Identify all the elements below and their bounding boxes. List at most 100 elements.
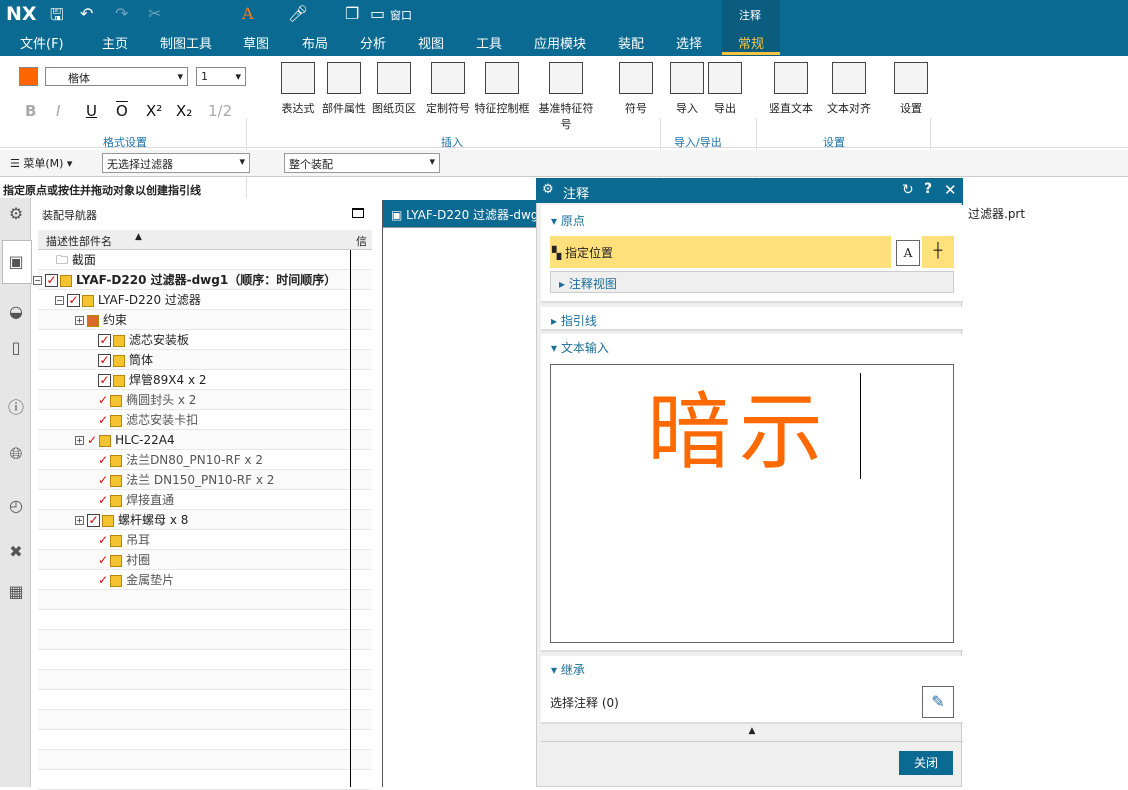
- text-color-swatch[interactable]: [19, 67, 38, 86]
- table-row[interactable]: ✓ 法兰DN80_PN10-RF x 2: [38, 450, 372, 470]
- size-dropdown[interactable]: 1 ▾: [196, 67, 246, 86]
- selection-filter[interactable]: 无选择过滤器: [102, 153, 250, 173]
- table-row[interactable]: − ✓ LYAF-D220 过滤器-dwg1（顺序：时间顺序）: [33, 270, 372, 290]
- table-row[interactable]: ✓ 金属垫片: [38, 570, 372, 590]
- menu-tab[interactable]: 文件(F): [20, 33, 64, 52]
- table-icon[interactable]: ▦: [6, 582, 26, 602]
- checkbox[interactable]: ✓: [98, 374, 111, 387]
- format-button[interactable]: U: [86, 102, 97, 120]
- constraint-navigator-icon[interactable]: ◒: [6, 302, 26, 322]
- ribbon-button[interactable]: 符号: [606, 62, 666, 116]
- annotation-view-section[interactable]: ▸ 注释视图: [550, 271, 954, 293]
- check-icon[interactable]: ✓: [98, 393, 108, 407]
- window-menu[interactable]: 窗口: [390, 7, 412, 23]
- scope-dropdown[interactable]: 整个装配: [284, 153, 440, 173]
- checkbox[interactable]: ✓: [45, 274, 58, 287]
- format-button[interactable]: I: [56, 102, 60, 120]
- gear-icon[interactable]: ⚙: [542, 182, 554, 197]
- part-tab[interactable]: 过滤器.prt: [968, 205, 1025, 222]
- maximize-icon[interactable]: [352, 208, 364, 218]
- check-icon[interactable]: ✓: [98, 453, 108, 467]
- menu-tab[interactable]: 装配: [618, 33, 644, 52]
- check-icon[interactable]: ✓: [98, 573, 108, 587]
- format-button[interactable]: B: [25, 102, 36, 120]
- web-browser-icon[interactable]: 🌐︎: [6, 444, 26, 464]
- drawing-tab[interactable]: ▣ LYAF-D220 过滤器-dwg: [391, 206, 538, 223]
- collapse-icon[interactable]: ▲: [541, 726, 963, 742]
- ribbon-button[interactable]: 特征控制框: [472, 62, 532, 116]
- gear-icon[interactable]: ⚙: [6, 204, 26, 224]
- part-navigator-icon[interactable]: ▯: [6, 338, 26, 358]
- check-icon[interactable]: ✓: [98, 493, 108, 507]
- checkbox[interactable]: ✓: [98, 334, 111, 347]
- table-row[interactable]: + ✓ HLC-22A4: [38, 430, 372, 450]
- window-icon[interactable]: ▭: [370, 4, 385, 23]
- history-icon[interactable]: ◴: [6, 496, 26, 516]
- save-icon[interactable]: 🖫: [50, 4, 64, 31]
- table-row[interactable]: − ✓ LYAF-D220 过滤器: [38, 290, 372, 310]
- table-row[interactable]: ✓ 筒体: [38, 350, 372, 370]
- origin-tool-icon[interactable]: A: [896, 240, 920, 266]
- menu-tab[interactable]: 选择: [676, 33, 702, 52]
- check-icon[interactable]: ✓: [98, 553, 108, 567]
- inherit-section[interactable]: ▾ 继承: [551, 661, 585, 678]
- ribbon-button[interactable]: 图纸页区: [364, 62, 424, 116]
- check-icon[interactable]: ✓: [87, 433, 97, 447]
- menu-tab[interactable]: 应用模块: [534, 33, 586, 52]
- format-button[interactable]: X₂: [176, 102, 192, 120]
- info-icon[interactable]: ⓘ: [6, 394, 26, 417]
- table-row[interactable]: ✓ 滤芯安装板: [38, 330, 372, 350]
- close-icon[interactable]: ✕: [944, 181, 957, 199]
- menu-tab[interactable]: 工具: [476, 33, 502, 52]
- menu-tab[interactable]: 草图: [243, 33, 269, 52]
- menu-tab[interactable]: 制图工具: [160, 33, 212, 52]
- column-header[interactable]: 描述性部件名 ▲ 信: [38, 230, 372, 250]
- menu-tab[interactable]: 常规: [738, 33, 764, 52]
- text-color-icon[interactable]: A: [242, 4, 254, 23]
- switch-window-icon[interactable]: ❐: [345, 4, 359, 23]
- ribbon-button[interactable]: 定制符号: [418, 62, 478, 116]
- format-button[interactable]: X²: [146, 102, 162, 120]
- checkbox[interactable]: ✓: [98, 354, 111, 367]
- menu-tab[interactable]: 分析: [360, 33, 386, 52]
- ribbon-button[interactable]: 设置: [880, 62, 942, 116]
- menu-tab[interactable]: 布局: [302, 33, 328, 52]
- format-button[interactable]: 1/2: [208, 102, 232, 120]
- ribbon-button[interactable]: 竖直文本: [760, 62, 822, 116]
- undo-icon[interactable]: ↶: [80, 4, 93, 23]
- ribbon-button[interactable]: 基准特征符号: [536, 62, 596, 132]
- table-row[interactable]: ✓ 衬圈: [38, 550, 372, 570]
- table-row[interactable]: ✓ 焊管89X4 x 2: [38, 370, 372, 390]
- menu-button[interactable]: ☰ 菜单(M) ▾: [10, 155, 72, 171]
- check-icon[interactable]: ✓: [98, 413, 108, 427]
- origin-section[interactable]: ▾ 原点: [551, 212, 585, 229]
- table-row[interactable]: ✓ 吊耳: [38, 530, 372, 550]
- font-dropdown[interactable]: 楷体 ▾: [45, 67, 188, 86]
- menu-tab[interactable]: 视图: [418, 33, 444, 52]
- check-icon[interactable]: ✓: [98, 533, 108, 547]
- text-input-section[interactable]: ▾ 文本输入: [551, 339, 609, 356]
- microphone-icon[interactable]: 🎤︎: [288, 4, 308, 23]
- checkbox[interactable]: ✓: [67, 294, 80, 307]
- leader-section[interactable]: ▸ 指引线: [551, 312, 597, 329]
- close-button[interactable]: 关闭: [899, 751, 953, 775]
- table-row[interactable]: 🗀 截面: [38, 250, 372, 270]
- ribbon-button[interactable]: 文本对齐: [818, 62, 880, 116]
- eyedropper-icon[interactable]: ✎: [922, 686, 954, 718]
- checkbox[interactable]: ✓: [87, 514, 100, 527]
- table-row[interactable]: + ✓ 螺杆螺母 x 8: [38, 510, 372, 530]
- ribbon-button[interactable]: 导入: [666, 62, 708, 116]
- format-button[interactable]: O: [116, 102, 128, 120]
- table-row[interactable]: + 约束: [38, 310, 372, 330]
- table-row[interactable]: ✓ 滤芯安装卡扣: [38, 410, 372, 430]
- check-icon[interactable]: ✓: [98, 473, 108, 487]
- tools-icon[interactable]: ✖: [6, 542, 26, 562]
- assembly-navigator-icon[interactable]: ▣: [6, 252, 26, 272]
- table-row[interactable]: ✓ 法兰 DN150_PN10-RF x 2: [38, 470, 372, 490]
- menu-tab[interactable]: 主页: [102, 33, 128, 52]
- text-input-area[interactable]: 暗示: [550, 364, 954, 643]
- table-row[interactable]: ✓ 焊接直通: [38, 490, 372, 510]
- table-row[interactable]: ✓ 椭圆封头 x 2: [38, 390, 372, 410]
- reset-icon[interactable]: ↻: [902, 182, 914, 198]
- help-icon[interactable]: ?: [924, 181, 932, 197]
